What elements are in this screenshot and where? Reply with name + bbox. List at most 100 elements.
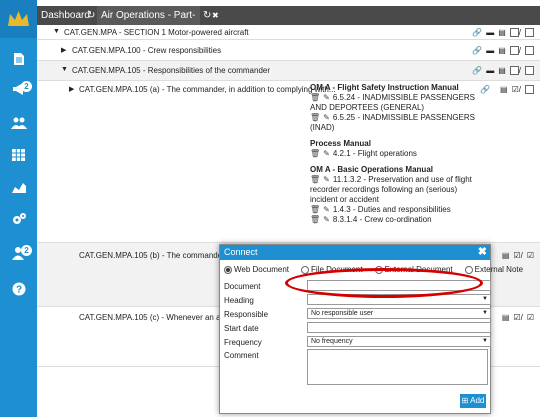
row-actions: 🔗 ▬ ▤ /: [468, 46, 534, 56]
tab-air-operations[interactable]: Air Operations - Part-CAT...: [97, 6, 200, 40]
crown-logo-icon: [8, 11, 29, 26]
reference-item[interactable]: 🗑 ✎ 11.1.3.2 - Preservation and use of fli…: [310, 175, 485, 205]
svg-text:?: ?: [15, 285, 21, 296]
help-icon[interactable]: ?: [0, 279, 37, 305]
list-icon[interactable]: ▤: [500, 85, 508, 94]
document-label: Document: [224, 282, 261, 291]
pencil-icon: ✎: [323, 205, 330, 214]
trash-icon: 🗑: [310, 149, 321, 158]
minus-icon[interactable]: ▬: [486, 46, 494, 55]
list-icon[interactable]: ▤: [502, 313, 510, 322]
reference-group-title: OM A - Basic Operations Manual: [310, 165, 433, 174]
logo: [0, 0, 37, 38]
trash-icon: 🗑: [310, 215, 321, 224]
tab-bar: Dashboard ↻ Air Operations - Part-CAT...…: [37, 6, 540, 40]
link-icon[interactable]: 🔗: [472, 46, 482, 55]
radio-external-note[interactable]: External Note: [464, 265, 529, 274]
table-icon[interactable]: [0, 144, 37, 170]
radio-web-document[interactable]: Web Document: [224, 265, 295, 274]
chevron-down-icon: ▼: [482, 338, 488, 344]
trash-icon: 🗑: [310, 93, 321, 102]
reference-group-title: OM A - Flight Safety Instruction Manual: [310, 83, 459, 92]
tab-dashboard[interactable]: Dashboard: [37, 6, 90, 25]
row-label: CAT.GEN.MPA.105 - Responsibilities of th…: [72, 66, 271, 75]
tree-row[interactable]: ▼ CAT.GEN.MPA.105 - Responsibilities of …: [37, 61, 540, 81]
expand-toggle-icon[interactable]: ▶: [61, 46, 66, 54]
highlight-ellipse: [285, 268, 483, 298]
minus-icon[interactable]: ▬: [486, 28, 494, 37]
row-label: CAT.GEN.MPA - SECTION 1 Motor-powered ai…: [64, 28, 249, 37]
document-icon[interactable]: [0, 49, 37, 75]
expand-toggle-icon[interactable]: ▼: [61, 66, 68, 73]
reference-item[interactable]: 🗑 ✎ 8.3.1.4 - Crew co-ordination: [310, 215, 485, 225]
responsible-select[interactable]: No responsible user ▼: [307, 308, 491, 319]
chevron-down-icon: ▼: [482, 296, 488, 302]
chevron-down-icon: ▼: [482, 310, 488, 316]
list-icon[interactable]: ▤: [498, 46, 506, 55]
minus-icon[interactable]: ▬: [486, 66, 494, 75]
reference-item[interactable]: 🗑 ✎ 4.2.1 - Flight operations: [310, 149, 485, 159]
pencil-icon: ✎: [323, 175, 330, 184]
list-icon[interactable]: ▤: [502, 251, 510, 260]
row-actions: 🔗 ▬ ▤ /: [468, 28, 534, 38]
frequency-select[interactable]: No frequency ▼: [307, 336, 491, 347]
tree-row[interactable]: ▼ CAT.GEN.MPA - SECTION 1 Motor-powered …: [37, 25, 540, 40]
responsible-label: Responsible: [224, 310, 269, 319]
tree-row[interactable]: ▶ CAT.GEN.MPA.100 - Crew responsibilitie…: [37, 40, 540, 61]
reload-icon[interactable]: ↻: [87, 6, 95, 25]
checkbox[interactable]: [525, 46, 534, 56]
reference-item[interactable]: 🗑 ✎ 6.5.24 - INADMISSIBLE PASSENGERS AND D…: [310, 93, 485, 113]
checkbox[interactable]: [525, 85, 534, 95]
checked-checkbox[interactable]: ☑: [512, 85, 519, 94]
close-icon[interactable]: ✖: [478, 245, 487, 260]
gears-icon[interactable]: [0, 209, 37, 235]
pencil-icon: ✎: [323, 113, 330, 122]
checkbox[interactable]: [509, 46, 519, 56]
list-icon[interactable]: ▤: [498, 28, 506, 37]
document-references: OM A - Flight Safety Instruction Manual …: [310, 83, 485, 225]
trash-icon: 🗑: [310, 175, 321, 184]
add-button[interactable]: ⊞ Add: [460, 394, 486, 408]
reference-group-title: Process Manual: [310, 139, 371, 148]
start-date-label: Start date: [224, 324, 259, 333]
megaphone-icon[interactable]: 2: [0, 79, 37, 105]
comment-textarea[interactable]: [307, 349, 488, 385]
notification-badge: 2: [21, 81, 32, 92]
chart-icon[interactable]: [0, 176, 37, 202]
user-alert-icon[interactable]: 2: [0, 243, 37, 269]
user-badge: 2: [21, 245, 32, 256]
checked-checkbox[interactable]: ☑: [513, 313, 520, 322]
list-icon[interactable]: ▤: [498, 66, 506, 75]
expand-toggle-icon[interactable]: ▶: [69, 85, 74, 93]
reference-item[interactable]: 🗑 ✎ 6.5.25 - INADMISSIBLE PASSENGERS (INAD…: [310, 113, 485, 133]
expand-toggle-icon[interactable]: ▼: [53, 28, 60, 35]
checkbox[interactable]: [525, 28, 534, 38]
pencil-icon: ✎: [323, 149, 330, 158]
tab-close-icon[interactable]: ✖: [212, 6, 219, 25]
dialog-title: Connect: [220, 245, 490, 260]
start-date-input[interactable]: [307, 322, 491, 333]
checkbox[interactable]: [509, 28, 519, 38]
row-label: CAT.GEN.MPA.105 (a) - The commander, in …: [79, 85, 336, 94]
heading-label: Heading: [224, 296, 254, 305]
checked-checkbox[interactable]: ☑: [513, 251, 520, 260]
row-actions: 🔗 ▬ ▤ /: [468, 66, 534, 76]
comment-label: Comment: [224, 351, 259, 360]
checked-checkbox[interactable]: ☑: [527, 251, 534, 260]
trash-icon: 🗑: [310, 205, 321, 214]
pencil-icon: ✎: [323, 215, 330, 224]
link-icon[interactable]: 🔗: [472, 28, 482, 37]
sidebar: 2 2 ?: [0, 0, 37, 417]
reload-icon[interactable]: ↻: [203, 6, 211, 25]
frequency-label: Frequency: [224, 338, 262, 347]
checkbox[interactable]: [509, 66, 519, 76]
link-icon[interactable]: 🔗: [472, 66, 482, 75]
row-actions: ▤ ☑/☑: [501, 251, 534, 260]
row-actions: ▤ ☑/☑: [501, 313, 534, 322]
users-icon[interactable]: [0, 112, 37, 138]
reference-item[interactable]: 🗑 ✎ 1.4.3 - Duties and responsibilities: [310, 205, 485, 215]
pencil-icon: ✎: [323, 93, 330, 102]
checkbox[interactable]: [525, 66, 534, 76]
checked-checkbox[interactable]: ☑: [527, 313, 534, 322]
row-label: CAT.GEN.MPA.100 - Crew responsibilities: [72, 46, 222, 55]
